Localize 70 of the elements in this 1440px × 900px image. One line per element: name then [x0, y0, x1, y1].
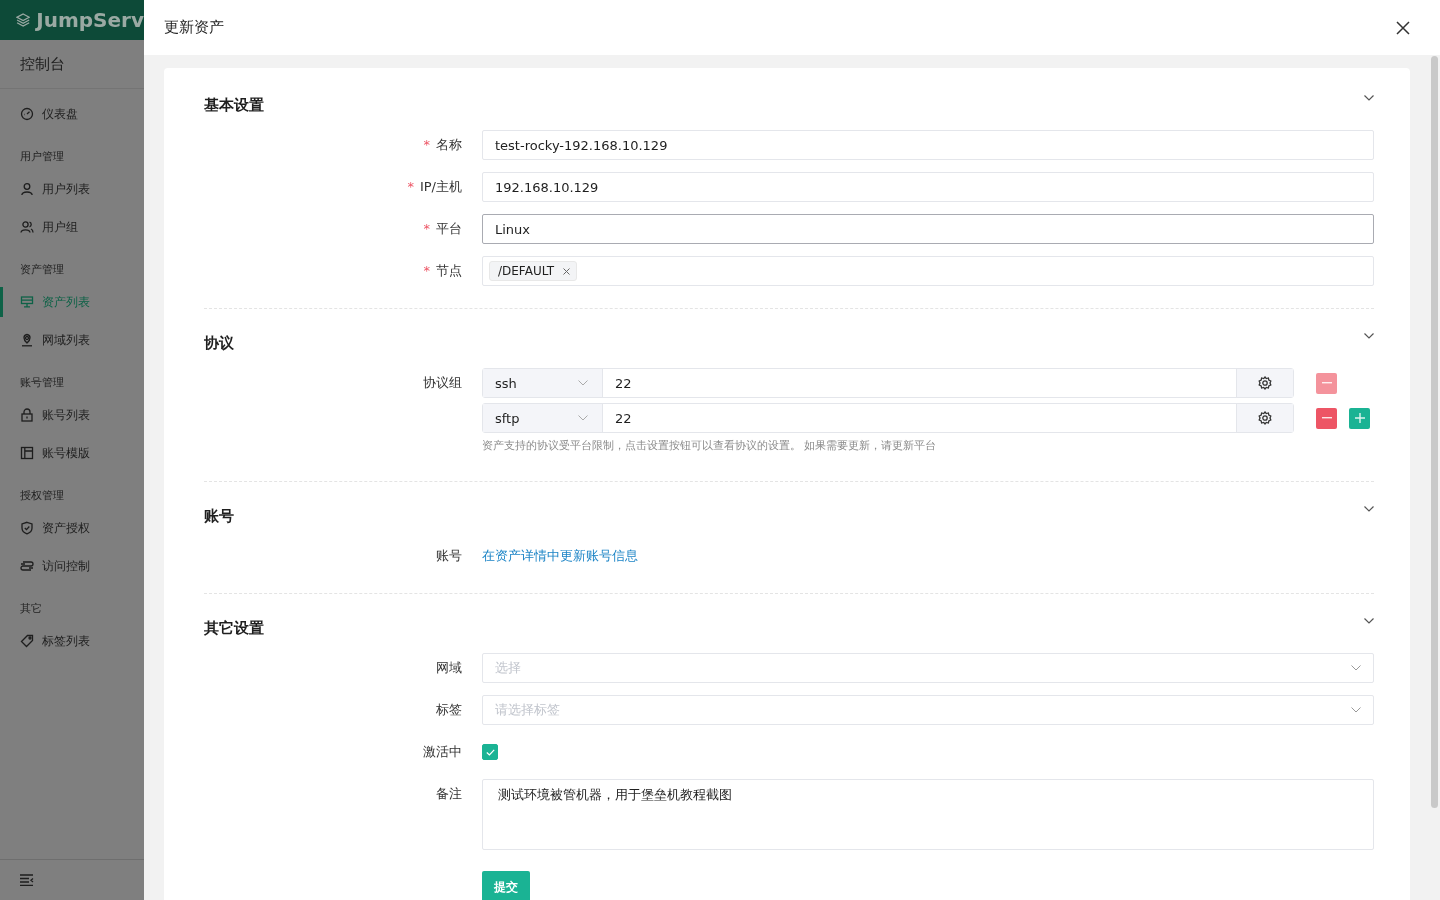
section-title: 基本设置	[204, 95, 264, 115]
text-field[interactable]: 192.168.10.129	[482, 172, 1374, 202]
field-label: 平台	[436, 220, 462, 238]
field-label: 名称	[436, 136, 462, 154]
menu-group-title: 其它	[19, 601, 43, 617]
chevron-icon[interactable]	[1364, 95, 1374, 101]
section-title: 其它设置	[204, 618, 264, 638]
menu-item[interactable]: 仪表盘	[0, 95, 144, 133]
chevron-icon[interactable]	[1364, 506, 1374, 512]
menu-group-title: 资产管理	[19, 262, 65, 278]
scrollbar[interactable]	[1431, 56, 1438, 808]
menu-item[interactable]: 标签列表	[0, 622, 144, 660]
field-label: 节点	[436, 262, 462, 280]
chevron-icon[interactable]	[1364, 618, 1374, 624]
check-icon	[485, 748, 495, 756]
location-icon	[20, 333, 34, 347]
drawer-title: 更新资产	[164, 18, 224, 37]
menu-group-title: 用户管理	[19, 149, 65, 165]
field-label: 备注	[436, 785, 462, 803]
menu-item[interactable]: 资产授权	[0, 509, 144, 547]
chevron-down-icon	[1351, 665, 1361, 671]
field-label: 网域	[436, 659, 462, 677]
remove-button[interactable]	[1316, 407, 1337, 429]
section-title: 协议	[204, 333, 234, 353]
menu-item[interactable]: 账号列表	[0, 396, 144, 434]
chevron-icon[interactable]	[1364, 333, 1374, 339]
comment-textarea[interactable]: 测试环境被管机器，用于堡垒机教程截图	[482, 779, 1374, 850]
close-icon[interactable]	[1396, 20, 1410, 35]
update-account-link[interactable]: 在资产详情中更新账号信息	[482, 548, 638, 563]
menu-item[interactable]: 网域列表	[0, 321, 144, 359]
menu-collapse-icon[interactable]	[20, 874, 34, 886]
field-label: 协议组	[423, 374, 462, 392]
menu-item[interactable]: 访问控制	[0, 547, 144, 585]
users-icon	[20, 220, 34, 234]
dashboard-icon	[20, 107, 34, 121]
menu-item[interactable]: 账号模版	[0, 434, 144, 472]
required-mark: *	[407, 178, 414, 196]
remove-icon[interactable]	[563, 267, 571, 275]
menu-group-title: 账号管理	[19, 375, 65, 391]
access-icon	[20, 559, 34, 573]
text-field[interactable]: Linux	[482, 214, 1374, 244]
minus-icon	[1321, 417, 1332, 419]
required-mark: *	[423, 220, 430, 238]
checkbox[interactable]	[482, 744, 498, 760]
section-title: 账号	[204, 506, 234, 526]
menu-item[interactable]: 用户列表	[0, 170, 144, 208]
plus-icon	[1354, 413, 1365, 423]
text-field[interactable]: test-rocky-192.168.10.129	[482, 130, 1374, 160]
submit-button[interactable]: 提交	[482, 871, 530, 900]
logo-text: JumpServ	[36, 8, 144, 32]
minus-icon	[1321, 382, 1332, 384]
tag-select-field[interactable]: /DEFAULT	[482, 256, 1374, 286]
field-label: IP/主机	[419, 178, 462, 196]
shield-icon	[20, 521, 34, 535]
tag-icon	[20, 634, 34, 648]
field-label: 激活中	[423, 743, 462, 761]
field-label: 账号	[436, 547, 462, 565]
required-mark: *	[423, 136, 430, 154]
menu-group-title: 授权管理	[19, 488, 65, 504]
field-label: 标签	[436, 701, 462, 719]
chevron-down-icon	[1351, 707, 1361, 713]
required-mark: *	[423, 262, 430, 280]
node-tag: /DEFAULT	[489, 261, 578, 281]
user-icon	[20, 182, 34, 196]
add-button[interactable]	[1349, 407, 1370, 429]
menu-item[interactable]: 用户组	[0, 208, 144, 246]
monitor-icon	[20, 295, 34, 309]
help-text: 资产支持的协议受平台限制，点击设置按钮可以查看协议的设置。 如果需要更新，请更新平台	[482, 438, 938, 453]
template-icon	[20, 446, 34, 460]
lock-icon	[20, 408, 34, 422]
